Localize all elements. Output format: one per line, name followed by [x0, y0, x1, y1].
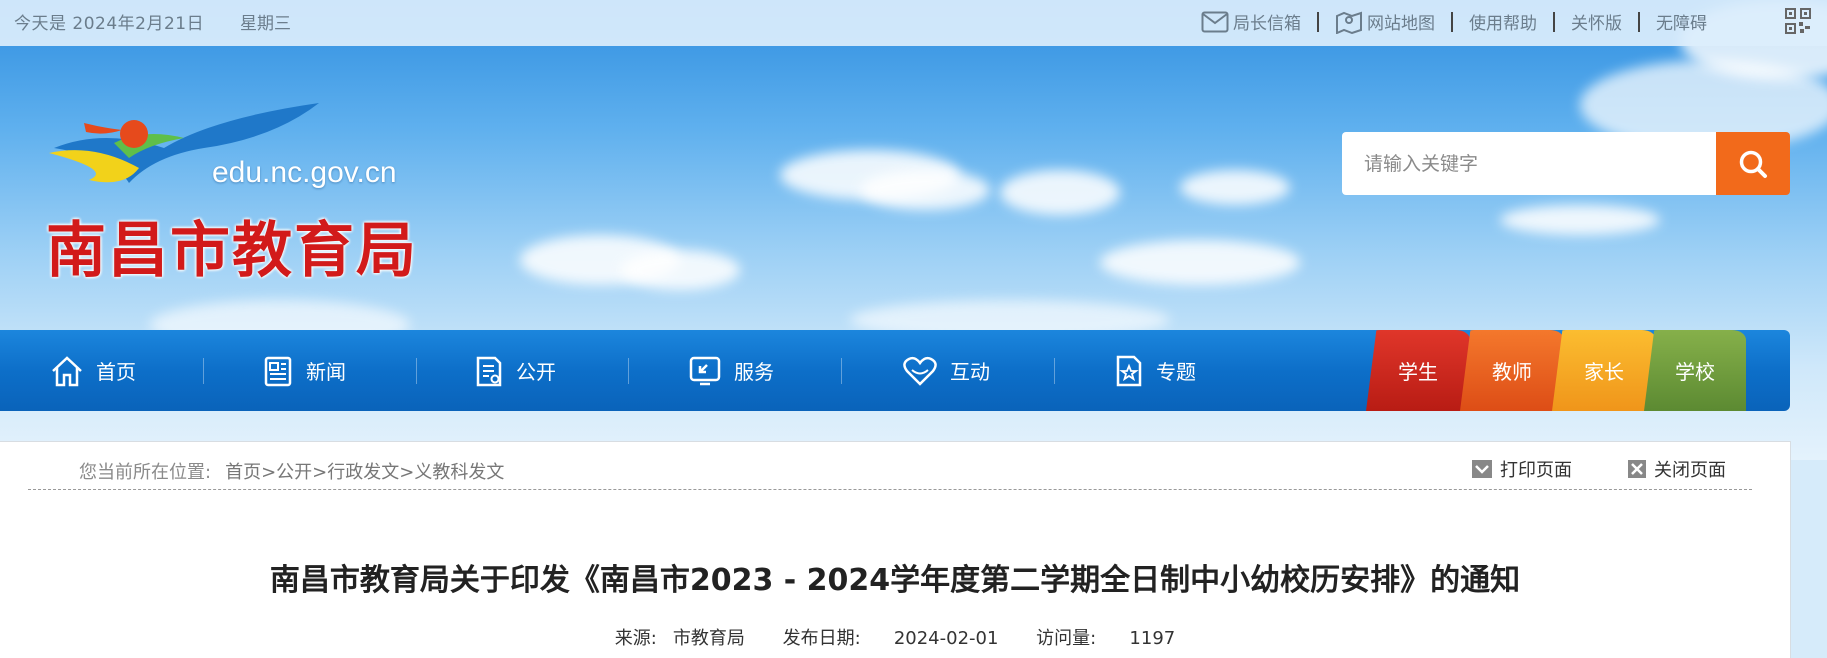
divider	[1553, 11, 1555, 32]
content-panel: 您当前所在位置: 首页>公开>行政发文>义教科发文 打印页面 关闭页面 南昌市教育…	[0, 441, 1791, 658]
article-meta: 来源: 市教育局 发布日期: 2024-02-01 访问量: 1197	[0, 624, 1790, 650]
nav-divider	[1054, 358, 1055, 384]
search-box	[1342, 132, 1790, 195]
top-bar: 今天是 2024年2月21日 星期三 局长信箱 网站地图 使用帮助 关怀版 无障…	[0, 0, 1827, 46]
divider	[1638, 11, 1640, 32]
top-links: 局长信箱 网站地图 使用帮助 关怀版 无障碍	[1201, 9, 1707, 34]
divider	[1451, 11, 1453, 32]
role-tab-student[interactable]: 学生	[1366, 330, 1470, 411]
breadcrumb-public[interactable]: 公开	[276, 462, 312, 483]
nav-topics[interactable]: 专题	[1114, 330, 1196, 411]
news-icon	[264, 356, 292, 386]
print-page-label: 打印页面	[1500, 460, 1572, 481]
nav-divider	[841, 358, 842, 384]
nav-label: 服务	[734, 360, 774, 384]
nav-label: 专题	[1156, 360, 1196, 384]
role-tab-school[interactable]: 学校	[1644, 330, 1746, 411]
document-icon	[476, 356, 502, 386]
nav-label: 公开	[516, 360, 556, 384]
nav-service[interactable]: 服务	[688, 330, 774, 411]
service-icon	[689, 356, 721, 385]
breadcrumb-separator: >	[312, 462, 328, 483]
search-input[interactable]	[1342, 132, 1718, 195]
divider-line	[28, 489, 1752, 490]
site-map-link[interactable]: 网站地图	[1335, 9, 1435, 34]
publish-date-value: 2024-02-01	[893, 628, 999, 649]
role-tab-parent[interactable]: 家长	[1552, 330, 1656, 411]
breadcrumb: 您当前所在位置: 首页>公开>行政发文>义教科发文	[79, 458, 504, 484]
main-nav: 首页 新闻 公开 服务 互动 专题 学生 教师 家长 学校	[0, 330, 1790, 411]
nav-label: 互动	[950, 360, 990, 384]
views-value: 1197	[1129, 628, 1176, 649]
page-tools: 打印页面 关闭页面	[1416, 456, 1726, 482]
nav-label: 新闻	[306, 360, 346, 384]
breadcrumb-compulsory-edu-docs[interactable]: 义教科发文	[414, 462, 504, 483]
breadcrumb-separator: >	[399, 462, 415, 483]
qr-code-icon[interactable]	[1785, 8, 1811, 34]
site-map-label: 网站地图	[1367, 14, 1435, 34]
search-button[interactable]	[1716, 132, 1790, 195]
site-logo[interactable]: edu.nc.gov.cn 南昌市教育局	[44, 98, 424, 286]
care-version-link[interactable]: 关怀版	[1571, 9, 1622, 34]
nav-news[interactable]: 新闻	[262, 330, 346, 411]
star-doc-icon	[1116, 355, 1142, 386]
map-icon	[1336, 11, 1362, 34]
breadcrumb-separator: >	[261, 462, 277, 483]
close-icon	[1628, 460, 1646, 478]
breadcrumb-lead: 您当前所在位置:	[79, 462, 212, 483]
nav-divider	[203, 358, 204, 384]
nav-interaction[interactable]: 互动	[902, 330, 990, 411]
nav-label: 首页	[96, 360, 136, 384]
close-page-label: 关闭页面	[1654, 460, 1726, 481]
nav-divider	[416, 358, 417, 384]
publish-date-label: 发布日期:	[782, 628, 861, 649]
breadcrumb-home[interactable]: 首页	[225, 462, 261, 483]
role-tab-teacher[interactable]: 教师	[1460, 330, 1564, 411]
current-date: 今天是 2024年2月21日	[14, 14, 205, 34]
views-label: 访问量:	[1036, 628, 1097, 649]
nav-divider	[628, 358, 629, 384]
logo-domain: edu.nc.gov.cn	[212, 156, 397, 189]
mail-icon	[1201, 11, 1229, 32]
help-link[interactable]: 使用帮助	[1469, 9, 1537, 34]
search-icon	[1739, 150, 1767, 178]
accessibility-link[interactable]: 无障碍	[1656, 9, 1707, 34]
source-value: 市教育局	[672, 628, 745, 649]
source-label: 来源:	[614, 628, 657, 649]
director-mailbox-link[interactable]: 局长信箱	[1201, 9, 1301, 34]
nav-home[interactable]: 首页	[50, 330, 136, 411]
current-weekday: 星期三	[240, 14, 291, 34]
print-page-button[interactable]: 打印页面	[1472, 456, 1572, 482]
heart-icon	[903, 356, 937, 386]
close-page-button[interactable]: 关闭页面	[1628, 456, 1726, 482]
nav-public[interactable]: 公开	[474, 330, 556, 411]
print-icon	[1472, 460, 1492, 478]
logo-title: 南昌市教育局	[46, 216, 418, 286]
home-icon	[52, 355, 82, 386]
director-mailbox-label: 局长信箱	[1233, 14, 1301, 34]
article-title: 南昌市教育局关于印发《南昌市2023 - 2024学年度第二学期全日制中小幼校历…	[269, 563, 1521, 598]
breadcrumb-admin-docs[interactable]: 行政发文	[327, 462, 399, 483]
divider	[1317, 11, 1319, 32]
